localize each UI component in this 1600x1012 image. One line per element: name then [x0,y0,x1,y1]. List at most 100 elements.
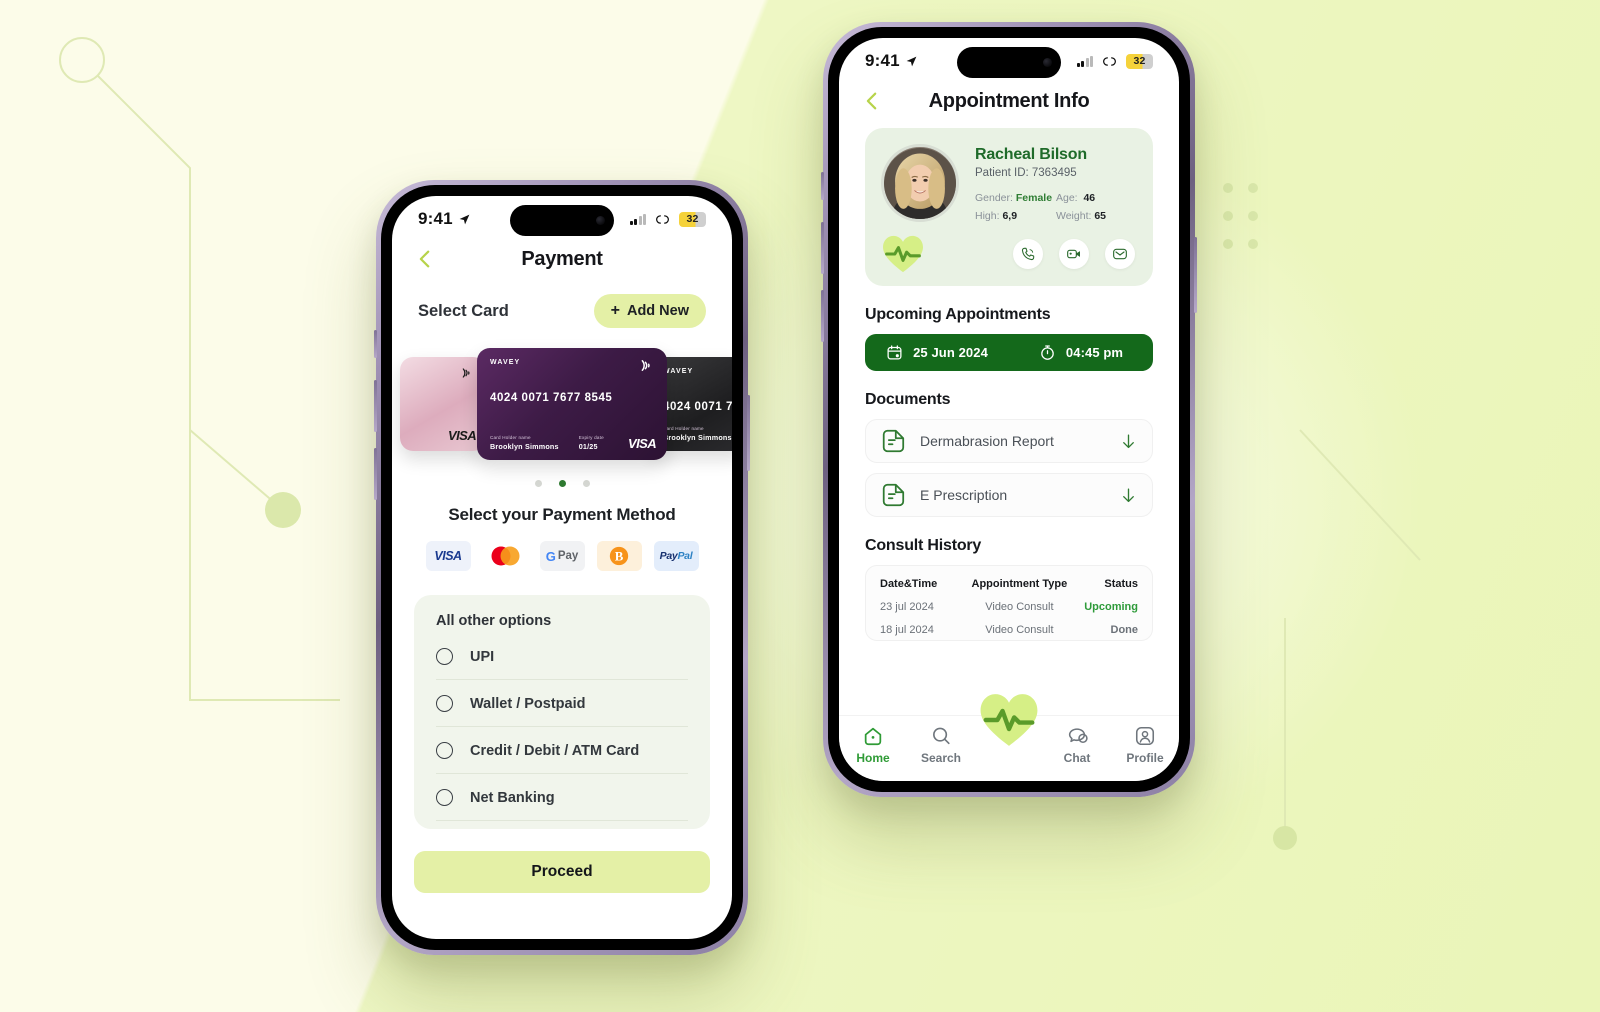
card-carousel[interactable]: VISA WAVEY 4024 0071 7 Card Holder name … [392,348,732,460]
patient-action-row [881,234,1137,274]
table-row[interactable]: 23 jul 2024 Video Consult Upcoming [880,601,1138,613]
radio-icon[interactable] [436,742,453,759]
all-other-options-panel: All other options UPI Wallet / Postpaid … [414,595,710,829]
payment-method-title: Select your Payment Method [448,505,676,524]
nfc-icon [641,359,650,372]
phone-payment-screen: 9:41 32 Payment Select Card + Add New VI… [374,180,750,955]
add-new-label: Add New [626,303,689,319]
patient-info: Racheal Bilson Patient ID: 7363495 Gende… [975,144,1137,222]
status-time: 9:41 [865,51,900,70]
stat-weight: Weight: 65 [1056,210,1137,222]
document-icon [882,429,905,453]
mastercard-icon [491,546,520,566]
status-bar-payment: 9:41 32 [392,196,732,242]
avatar-portrait [884,148,956,219]
payment-method-bitcoin[interactable]: B [596,541,642,571]
paypal-pay-text: Pay [659,550,678,562]
option-label: Wallet / Postpaid [470,695,586,712]
column-header-type: Appointment Type [971,578,1068,590]
payment-method-gpay[interactable]: G Pay [539,541,585,571]
table-row[interactable]: 18 jul 2024 Video Consult Done [880,624,1138,636]
background [0,0,1600,1012]
tab-center-logo[interactable] [975,694,1043,749]
select-card-row: Select Card + Add New [392,274,732,328]
radio-icon[interactable] [436,648,453,665]
payment-method-paypal[interactable]: Pay Pal [653,541,699,571]
video-call-icon [1067,249,1080,259]
status-bar-appointment: 9:41 32 [839,38,1179,84]
gpay-g-text: G [545,548,556,564]
patient-name: Racheal Bilson [975,146,1087,163]
upcoming-appointment-pill[interactable]: 25 Jun 2024 04:45 pm [865,334,1153,371]
location-arrow-icon [906,56,917,66]
battery-indicator: 32 [1126,53,1153,69]
heart-pulse-logo [980,694,1038,746]
document-name: Dermabrasion Report [920,433,1054,449]
chat-icon [1068,728,1088,744]
card-holder-group: Card Holder name Brooklyn Simmons [490,435,559,451]
svg-text:B: B [615,550,624,564]
option-net-banking[interactable]: Net Banking [436,774,688,821]
column-header-status: Status [1104,578,1138,590]
option-wallet-postpaid[interactable]: Wallet / Postpaid [436,680,688,727]
proceed-button[interactable]: Proceed [414,851,710,893]
document-row[interactable]: Dermabrasion Report [865,419,1153,463]
appointment-screen: 9:41 32 Appointment Info Racheal Bilson … [839,38,1179,781]
link-icon [1103,56,1116,66]
payment-method-mastercard[interactable] [482,541,528,571]
payment-navbar: Payment [392,242,732,274]
carousel-dot-1[interactable] [534,480,542,487]
carousel-dot-3[interactable] [582,480,590,487]
payment-body: Payment Select Card + Add New VISA WAVEY… [392,242,732,939]
video-call-button[interactable] [1059,239,1089,269]
tab-home[interactable]: Home [839,725,907,765]
home-icon [864,727,882,746]
carousel-dots[interactable] [392,480,732,487]
stat-gender-label: Gender: [975,192,1013,204]
tab-profile[interactable]: Profile [1111,725,1179,765]
document-row[interactable]: E Prescription [865,473,1153,517]
add-new-card-button[interactable]: + Add New [593,294,706,328]
card-holder-group: Card Holder name Brooklyn Simmons [663,426,732,442]
chevron-left-icon[interactable] [414,248,436,270]
call-button[interactable] [1013,239,1043,269]
card-holder-name: Brooklyn Simmons [663,433,732,442]
stat-age-label: Age: [1056,192,1078,204]
stat-high: High: 6,9 [975,210,1056,222]
payment-method-visa[interactable]: VISA [425,541,471,571]
call-icon [1021,247,1035,261]
search-icon [933,727,950,745]
option-credit-debit-atm[interactable]: Credit / Debit / ATM Card [436,727,688,774]
stat-high-value: 6,9 [1002,210,1018,222]
option-label: UPI [470,648,495,665]
appointment-navbar: Appointment Info [839,84,1179,116]
message-button[interactable] [1105,239,1135,269]
tab-label: Chat [1063,751,1091,765]
option-upi[interactable]: UPI [436,633,688,680]
tab-chat[interactable]: Chat [1043,725,1111,765]
status-indicators: 32 [1076,53,1153,69]
document-name: E Prescription [920,487,1008,503]
chevron-left-icon[interactable] [861,90,883,112]
background-circuit-lines [59,37,1421,850]
radio-icon[interactable] [436,695,453,712]
select-card-label: Select Card [418,301,509,320]
contact-actions [1013,239,1137,269]
stat-age: Age: 46 [1056,192,1137,204]
avatar [881,144,959,222]
radio-icon[interactable] [436,789,453,806]
card-item-purple-active[interactable]: WAVEY 4024 0071 7677 8545 Card Holder na… [477,348,667,460]
appointment-time-group: 04:45 pm [1009,344,1153,361]
payment-method-icons: VISA G Pay B Pay Pal [392,541,732,571]
tab-search[interactable]: Search [907,725,975,765]
carousel-dot-2[interactable] [558,480,566,487]
download-icon[interactable] [1119,432,1138,451]
card-network-label: VISA [448,428,477,443]
phone-bezel: 9:41 32 [381,185,743,950]
card-network-label: VISA [628,436,657,451]
card-holder-label: Card Holder name [663,426,704,431]
download-icon[interactable] [1119,486,1138,505]
stat-gender: Gender: Female [975,192,1056,204]
nfc-icon [462,368,470,378]
card-item-pink[interactable]: VISA [400,357,486,451]
